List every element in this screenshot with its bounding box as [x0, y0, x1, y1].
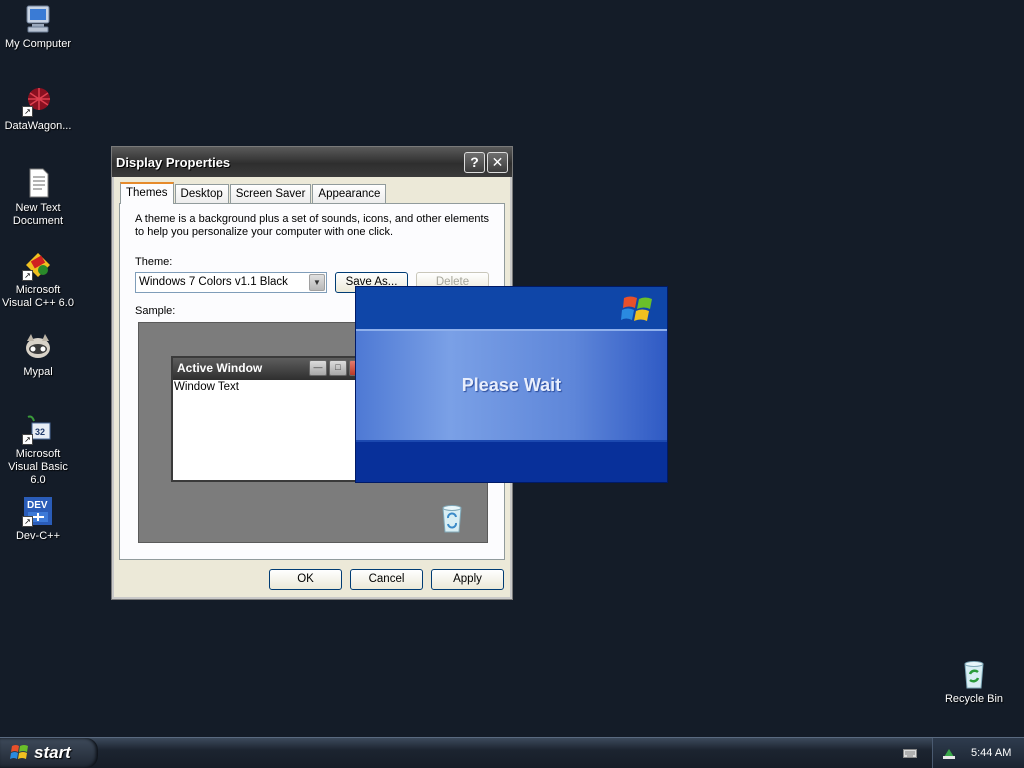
desktop-icon-mypal[interactable]: Mypal	[0, 331, 76, 379]
window-title-bar[interactable]: Display Properties ? ✕	[112, 147, 512, 177]
keyboard-icon[interactable]	[903, 747, 917, 759]
desktop-icon-new-text-document[interactable]: New Text Document	[0, 167, 76, 228]
window-title: Display Properties	[116, 154, 231, 170]
my-computer-icon	[22, 3, 54, 35]
desktop-icon-label: Recycle Bin	[944, 693, 1004, 705]
mypal-browser-icon	[22, 331, 54, 363]
shortcut-arrow-icon: ↗	[22, 270, 33, 281]
shortcut-arrow-icon: ↗	[22, 434, 33, 445]
splash-top-band	[356, 287, 667, 329]
please-wait-splash: Please Wait	[355, 286, 668, 483]
maximize-icon: □	[329, 360, 347, 376]
sample-active-window: Active Window — □ ✕ Window Text	[171, 356, 371, 482]
sample-label: Sample:	[135, 305, 176, 317]
tab-screen-saver[interactable]: Screen Saver	[229, 184, 312, 204]
shortcut-arrow-icon: ↗	[22, 516, 33, 527]
taskbar: start 5:44 AM	[0, 737, 1024, 768]
dev-cpp-icon: DEV ↗	[22, 495, 54, 527]
close-button[interactable]: ✕	[487, 151, 508, 173]
desktop-icon-visual-cpp[interactable]: ↗ Microsoft Visual C++ 6.0	[0, 249, 76, 310]
desktop-icon-dev-cpp[interactable]: DEV ↗ Dev-C++	[0, 495, 76, 543]
system-tray: 5:44 AM	[932, 738, 1024, 768]
ok-button[interactable]: OK	[269, 569, 342, 590]
help-button[interactable]: ?	[464, 151, 485, 173]
desktop-icon-label: Microsoft Visual Basic 6.0	[8, 448, 68, 486]
chevron-down-icon[interactable]: ▼	[309, 274, 325, 291]
tab-appearance[interactable]: Appearance	[312, 184, 387, 204]
clock[interactable]: 5:44 AM	[971, 747, 1011, 759]
desktop-icon-my-computer[interactable]: My Computer	[0, 3, 76, 51]
start-button[interactable]: start	[0, 738, 98, 768]
svg-text:DEV: DEV	[27, 500, 48, 511]
sample-window-text: Window Text	[174, 381, 239, 393]
windows-logo-icon	[621, 293, 655, 325]
recycle-bin-icon	[439, 503, 465, 533]
datawagon-icon: ↗	[22, 85, 54, 117]
svg-text:32: 32	[35, 427, 45, 437]
desktop-icon-label: New Text Document	[12, 202, 64, 227]
desktop-icon-label: Microsoft Visual C++ 6.0	[2, 284, 74, 309]
recycle-bin-icon	[958, 658, 990, 690]
text-document-icon	[22, 167, 54, 199]
cancel-button[interactable]: Cancel	[350, 569, 423, 590]
apply-button[interactable]: Apply	[431, 569, 504, 590]
theme-description: A theme is a background plus a set of so…	[135, 213, 490, 238]
tab-strip: Themes Desktop Screen Saver Appearance	[120, 182, 387, 204]
shortcut-arrow-icon: ↗	[22, 106, 33, 117]
windows-flag-icon	[10, 745, 28, 759]
please-wait-text: Please Wait	[461, 375, 562, 395]
splash-message-band: Please Wait	[356, 329, 667, 442]
tab-themes[interactable]: Themes	[120, 182, 174, 204]
desktop-icon-label: My Computer	[4, 38, 72, 50]
desktop-icon-label: Mypal	[23, 366, 53, 378]
desktop-icon-visual-basic[interactable]: 32 ↗ Microsoft Visual Basic 6.0	[0, 413, 76, 487]
desktop-icon-recycle-bin[interactable]: Recycle Bin	[936, 658, 1012, 706]
desktop-icon-label: Dev-C++	[15, 530, 61, 542]
desktop-icon-datawagon[interactable]: ↗ DataWagon...	[0, 85, 76, 133]
visual-basic-icon: 32 ↗	[22, 413, 54, 445]
splash-bottom-band	[356, 442, 667, 482]
minimize-icon: —	[309, 360, 327, 376]
desktop-icon-label: DataWagon...	[4, 120, 72, 132]
theme-label: Theme:	[135, 256, 173, 268]
start-label: start	[34, 743, 71, 762]
theme-select-value: Windows 7 Colors v1.1 Black	[139, 276, 288, 288]
tab-desktop[interactable]: Desktop	[174, 184, 229, 204]
visual-cpp-icon: ↗	[22, 249, 54, 281]
theme-select[interactable]: Windows 7 Colors v1.1 Black ▼	[135, 272, 327, 293]
network-icon[interactable]	[941, 745, 957, 761]
